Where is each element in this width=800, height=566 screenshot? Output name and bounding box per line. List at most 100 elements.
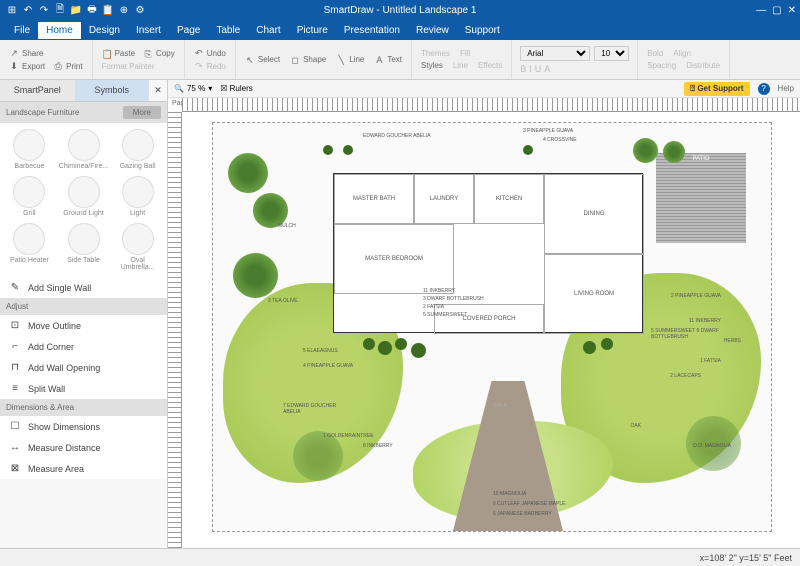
add-single-wall[interactable]: ✎Add Single Wall xyxy=(0,277,167,298)
symbol-barbecue[interactable]: Barbecue xyxy=(4,127,55,172)
qat-add-icon[interactable]: ⊕ xyxy=(118,4,130,16)
room-dining[interactable]: DINING xyxy=(544,174,644,254)
landscape-drawing[interactable]: PATIO MASTER BATH LAUNDRY KITCHEN DINING… xyxy=(212,122,772,532)
qat-print-icon[interactable]: 🖶 xyxy=(86,4,98,16)
export-button[interactable]: ⬇Export xyxy=(8,60,46,72)
menu-page[interactable]: Page xyxy=(169,22,208,39)
share-icon: ↗ xyxy=(9,48,19,58)
undo-button[interactable]: ↶Undo xyxy=(193,47,227,59)
status-bar: x=108' 2" y=15' 5" Feet xyxy=(0,548,800,566)
bush-5[interactable] xyxy=(583,341,596,354)
bush-4[interactable] xyxy=(411,343,426,358)
room-porch[interactable]: COVERED PORCH xyxy=(434,304,544,334)
panel-close-icon[interactable]: ✕ xyxy=(149,80,167,101)
menu-table[interactable]: Table xyxy=(208,22,248,39)
patio[interactable]: PATIO xyxy=(656,153,746,243)
styles-button[interactable]: Styles xyxy=(420,60,444,71)
border-bush-2[interactable] xyxy=(343,145,353,155)
tree-3[interactable] xyxy=(233,253,278,298)
font-size-select[interactable]: 10 xyxy=(594,46,629,61)
minimize-button[interactable]: — xyxy=(756,5,766,16)
rulers-toggle[interactable]: ☒ Rulers xyxy=(220,84,253,93)
bush-6[interactable] xyxy=(601,338,613,350)
qat-grid-icon[interactable]: ⊞ xyxy=(6,4,18,16)
menu-insert[interactable]: Insert xyxy=(128,22,169,39)
tab-smartpanel[interactable]: SmartPanel xyxy=(0,80,75,101)
menu-support[interactable]: Support xyxy=(457,22,508,39)
symbol-side-table[interactable]: Side Table xyxy=(57,221,110,273)
label-walk: WALK xyxy=(493,403,507,409)
border-bush-1[interactable] xyxy=(323,145,333,155)
font-name-select[interactable]: Arial xyxy=(520,46,590,61)
qat-copy-icon[interactable]: 📋 xyxy=(102,4,114,16)
get-support-button[interactable]: ⍰ Get Support xyxy=(684,82,749,96)
distribute-button: Distribute xyxy=(685,60,721,71)
bush-3[interactable] xyxy=(395,338,407,350)
qat-undo-icon[interactable]: ↶ xyxy=(22,4,34,16)
copy-button[interactable]: ⎘Copy xyxy=(142,48,176,60)
measure-distance[interactable]: ↔Measure Distance xyxy=(0,437,167,458)
print-button[interactable]: ⎙Print xyxy=(52,60,83,72)
label-tea-olive: 3 TEA OLIVE xyxy=(268,298,298,304)
qat-settings-icon[interactable]: ⚙ xyxy=(134,4,146,16)
symbol-oval-umbrella[interactable]: Oval Umbrella... xyxy=(112,221,163,273)
add-corner[interactable]: ⌐Add Corner xyxy=(0,336,167,357)
room-master-bath[interactable]: MASTER BATH xyxy=(334,174,414,224)
menu-chart[interactable]: Chart xyxy=(248,22,288,39)
shape-icon: ◻ xyxy=(290,55,300,65)
symbol-gazing-ball[interactable]: Gazing Ball xyxy=(112,127,163,172)
select-tool[interactable]: ↖Select xyxy=(244,54,281,66)
shape-tool[interactable]: ◻Shape xyxy=(289,54,327,66)
drawing-canvas[interactable]: PATIO MASTER BATH LAUNDRY KITCHEN DINING… xyxy=(182,112,800,548)
label-inkberry3: 8 INKBERRY xyxy=(363,443,393,449)
qat-redo-icon[interactable]: ↷ xyxy=(38,4,50,16)
menu-review[interactable]: Review xyxy=(408,22,457,39)
house-outline[interactable]: MASTER BATH LAUNDRY KITCHEN DINING MASTE… xyxy=(333,173,643,333)
line-tool[interactable]: ╲Line xyxy=(335,54,365,66)
bush-2[interactable] xyxy=(378,341,392,355)
border-bush-3[interactable] xyxy=(523,145,533,155)
maximize-button[interactable]: ▢ xyxy=(772,5,781,16)
menu-home[interactable]: Home xyxy=(38,22,81,39)
text-tool[interactable]: AText xyxy=(373,54,403,66)
symbol-chiminea[interactable]: Chiminea/Fire... xyxy=(57,127,110,172)
room-master-bedroom[interactable]: MASTER BEDROOM xyxy=(334,224,454,294)
room-kitchen[interactable]: KITCHEN xyxy=(474,174,544,224)
measure-area[interactable]: ⊠Measure Area xyxy=(0,458,167,479)
color-icon[interactable]: A xyxy=(544,64,550,74)
underline-icon[interactable]: U xyxy=(535,64,542,74)
italic-icon[interactable]: I xyxy=(529,64,532,74)
add-wall-opening[interactable]: ⊓Add Wall Opening xyxy=(0,357,167,378)
menu-file[interactable]: File xyxy=(6,22,38,39)
effects-button: Effects xyxy=(477,60,503,71)
qat-open-icon[interactable]: 📁 xyxy=(70,4,82,16)
symbol-light[interactable]: Light xyxy=(112,174,163,219)
tab-symbols[interactable]: Symbols xyxy=(75,80,150,101)
close-button[interactable]: ✕ xyxy=(788,5,796,16)
tree-1[interactable] xyxy=(228,153,268,193)
menu-design[interactable]: Design xyxy=(81,22,128,39)
tree-5[interactable] xyxy=(663,141,685,163)
move-outline[interactable]: ⊡Move Outline xyxy=(0,315,167,336)
side-panel: SmartPanel Symbols ✕ Landscape Furniture… xyxy=(0,80,168,548)
split-wall[interactable]: ≡Split Wall xyxy=(0,378,167,399)
tree-4[interactable] xyxy=(633,138,658,163)
bush-1[interactable] xyxy=(363,338,375,350)
label-crossvine: 4 CROSSVINE xyxy=(543,137,577,143)
label-fatsia: 2 FATSIA xyxy=(423,304,444,310)
more-button[interactable]: More xyxy=(123,106,161,119)
menu-presentation[interactable]: Presentation xyxy=(336,22,408,39)
help-button[interactable]: ? xyxy=(758,83,770,95)
symbol-grill[interactable]: Grill xyxy=(4,174,55,219)
symbol-ground-light[interactable]: Ground Light xyxy=(57,174,110,219)
symbol-patio-heater[interactable]: Patio Heater xyxy=(4,221,55,273)
menu-picture[interactable]: Picture xyxy=(289,22,336,39)
room-laundry[interactable]: LAUNDRY xyxy=(414,174,474,224)
room-living[interactable]: LIVING ROOM xyxy=(544,254,644,334)
qat-new-icon[interactable]: 🗎 xyxy=(54,4,66,16)
paste-button[interactable]: 📋Paste xyxy=(101,48,136,60)
bold-icon[interactable]: B xyxy=(520,64,526,74)
zoom-control[interactable]: 🔍75 %▾ xyxy=(174,84,212,93)
share-button[interactable]: ↗Share xyxy=(8,47,84,59)
show-dimensions[interactable]: ☐Show Dimensions xyxy=(0,416,167,437)
